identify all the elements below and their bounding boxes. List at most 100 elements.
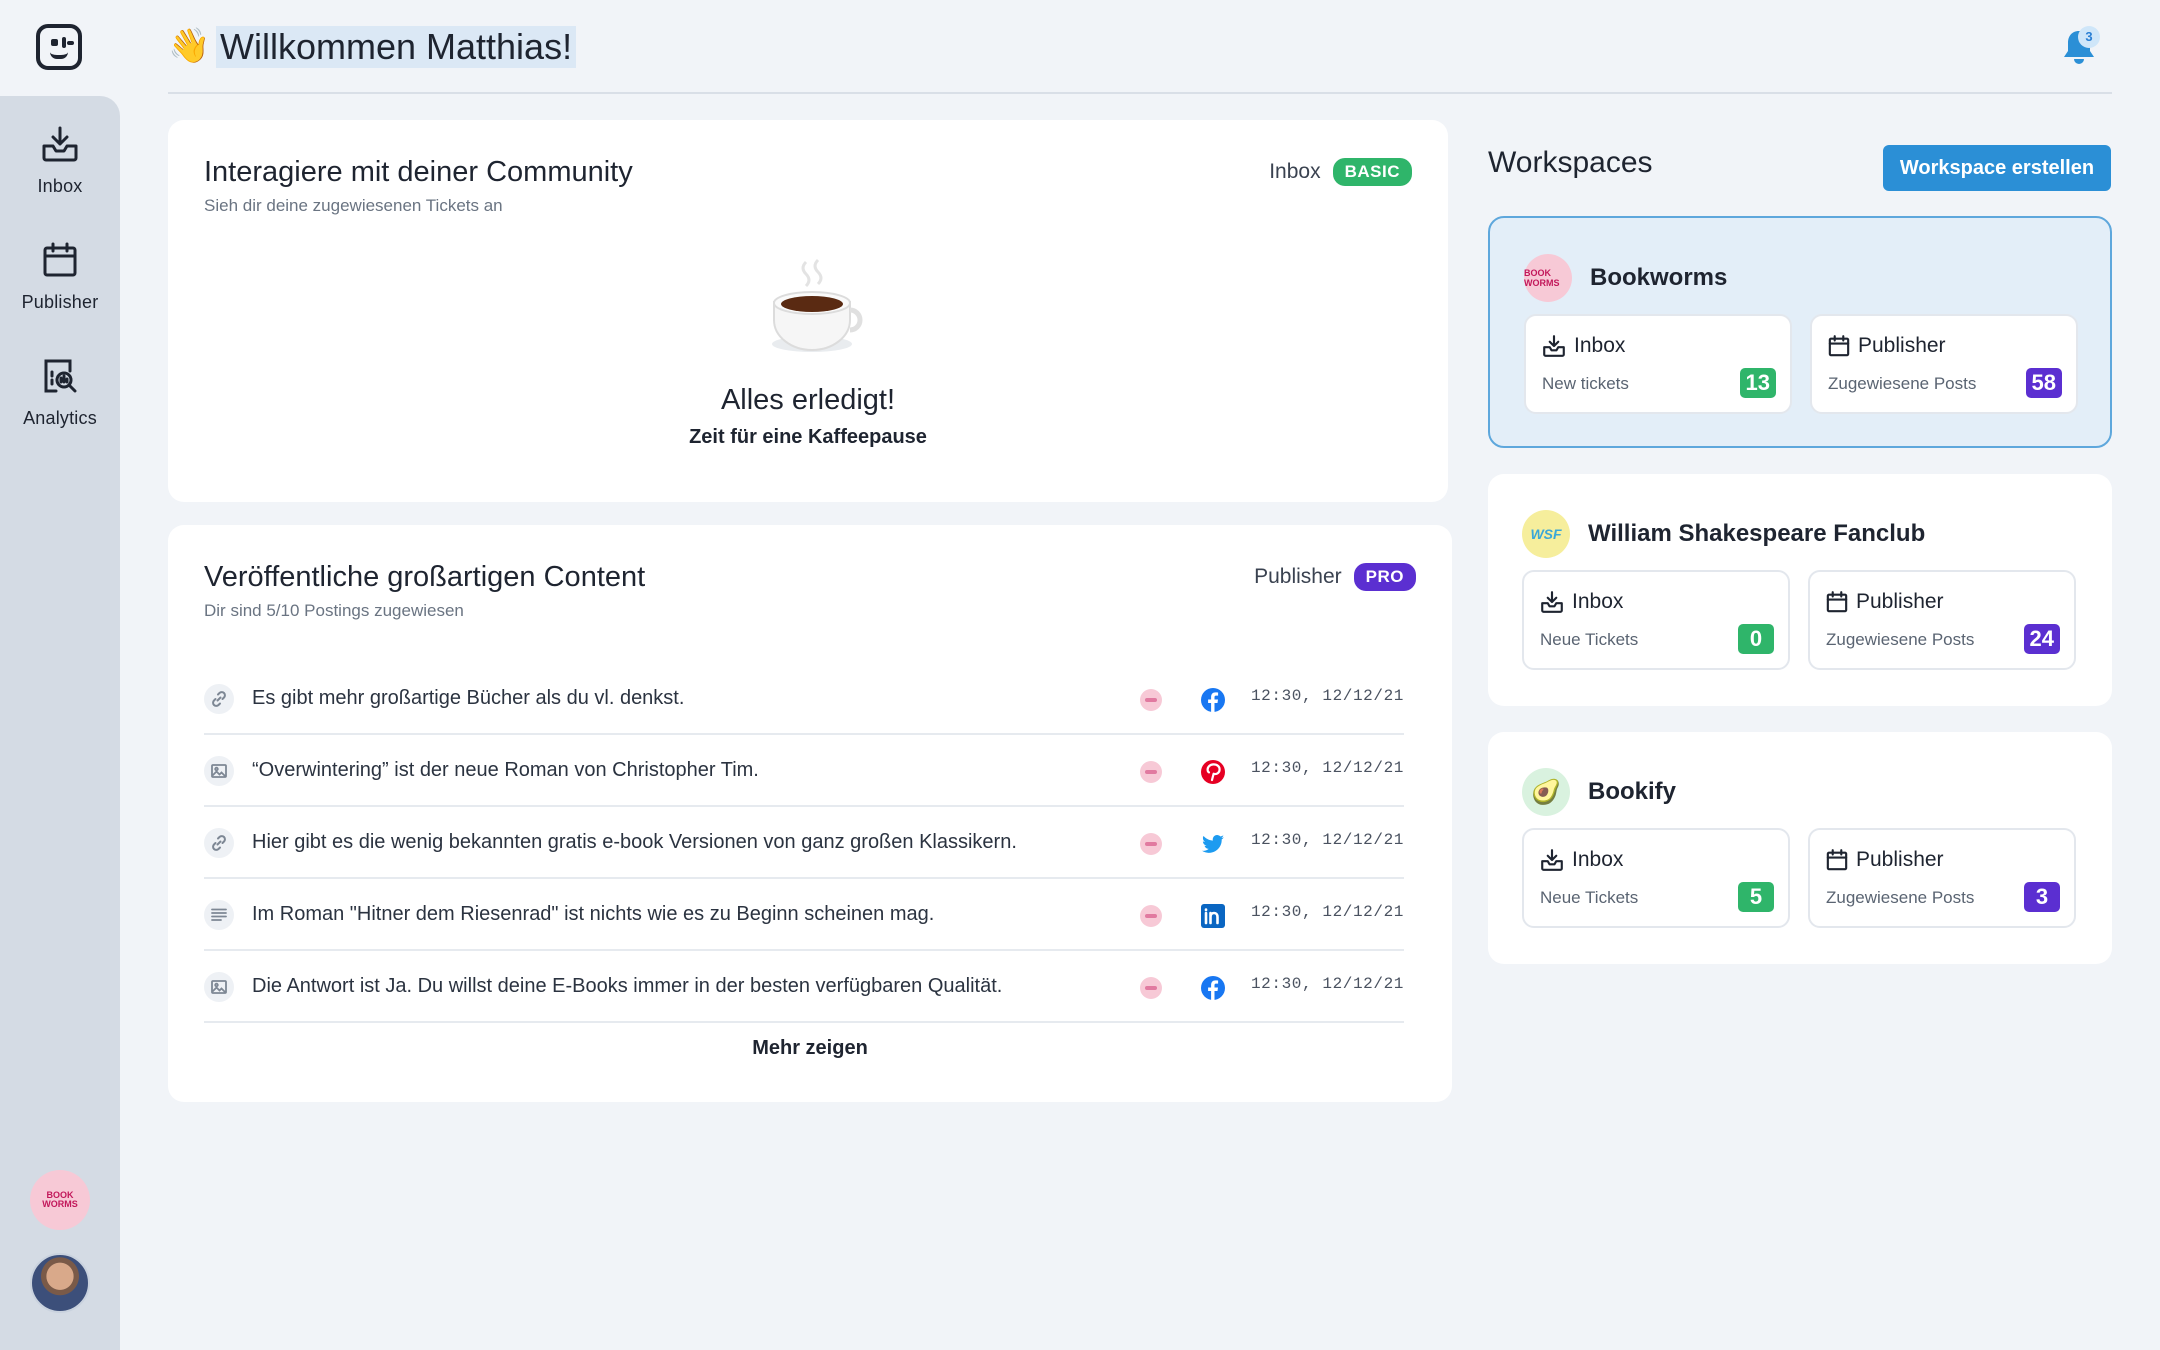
tile-title: Inbox: [1574, 334, 1626, 357]
calendar-icon: [1826, 591, 1848, 613]
tile-title: Publisher: [1858, 334, 1946, 357]
page-title: Willkommen Matthias!: [216, 26, 577, 68]
link-icon: [204, 828, 234, 858]
post-text: Im Roman "Hitner dem Riesenrad" ist nich…: [252, 903, 935, 925]
workspace-publisher-tile[interactable]: Publisher Zugewiesene Posts 24: [1808, 570, 2076, 670]
post-row[interactable]: “Overwintering” ist der neue Roman von C…: [204, 735, 1404, 807]
sidebar-item-analytics[interactable]: Analytics: [0, 358, 120, 429]
community-card-subtitle: Sieh dir deine zugewiesenen Tickets an: [204, 196, 503, 215]
workspace-name: Bookworms: [1590, 264, 1728, 291]
tile-title: Inbox: [1572, 590, 1624, 613]
tile-subtitle: New tickets: [1542, 374, 1629, 393]
publisher-card-subtitle: Dir sind 5/10 Postings zugewiesen: [204, 601, 464, 620]
post-text: “Overwintering” ist der neue Roman von C…: [252, 759, 759, 781]
workspace-name: Bookify: [1588, 778, 1677, 805]
post-workspace-avatar: [1140, 977, 1162, 999]
inbox-icon: [1543, 335, 1565, 357]
workspace-name: William Shakespeare Fanclub: [1588, 520, 1926, 547]
header: 👋 Willkommen Matthias! 3: [168, 22, 2112, 94]
post-timestamp: 12:30, 12/12/21: [1250, 831, 1404, 849]
sidebar-item-publisher[interactable]: Publisher: [0, 242, 120, 313]
create-workspace-button[interactable]: Workspace erstellen: [1883, 145, 2111, 191]
post-text: Die Antwort ist Ja. Du willst deine E-Bo…: [252, 975, 1003, 997]
image-icon: [204, 756, 234, 786]
workspace-publisher-tile[interactable]: Publisher Zugewiesene Posts 3: [1808, 828, 2076, 928]
inbox-icon: [1541, 849, 1563, 871]
post-workspace-avatar: [1140, 761, 1162, 783]
workspace-avatar[interactable]: BOOK WORMS: [30, 1170, 90, 1230]
tile-subtitle: Zugewiesene Posts: [1826, 630, 1975, 649]
publisher-count-badge: 58: [2025, 368, 2062, 398]
post-row[interactable]: Im Roman "Hitner dem Riesenrad" ist nich…: [204, 879, 1404, 951]
app-logo-icon[interactable]: [36, 24, 82, 70]
post-text: Hier gibt es die wenig bekannten gratis …: [252, 831, 1017, 853]
post-workspace-avatar: [1140, 905, 1162, 927]
community-card-title: Interagiere mit deiner Community: [204, 156, 633, 188]
workspace-logo: BOOK WORMS: [1524, 254, 1572, 302]
post-timestamp: 12:30, 12/12/21: [1250, 759, 1404, 777]
show-more-button[interactable]: Mehr zeigen: [168, 1037, 1452, 1060]
wave-emoji-icon: 👋: [168, 27, 211, 65]
community-plan-tag: Inbox BASIC: [1269, 158, 1412, 186]
publisher-card-title: Veröffentliche großartigen Content: [204, 561, 646, 593]
workspace-publisher-tile[interactable]: Publisher Zugewiesene Posts 58: [1810, 314, 2078, 414]
notification-bell-icon[interactable]: 3: [2062, 26, 2100, 66]
coffee-cup-icon: [772, 258, 863, 352]
plan-module-label: Publisher: [1254, 565, 1342, 588]
workspace-logo: 🥑: [1522, 768, 1570, 816]
user-avatar[interactable]: [30, 1253, 90, 1313]
workspace-inbox-tile[interactable]: Inbox Neue Tickets 0: [1522, 570, 1790, 670]
inbox-count-badge: 13: [1739, 368, 1776, 398]
post-timestamp: 12:30, 12/12/21: [1250, 687, 1404, 705]
community-card: Interagiere mit deiner Community Sieh di…: [168, 120, 1448, 502]
empty-state-title: Alles erledigt!: [720, 384, 896, 416]
post-row[interactable]: Hier gibt es die wenig bekannten gratis …: [204, 807, 1404, 879]
tile-subtitle: Zugewiesene Posts: [1826, 888, 1975, 907]
notification-count-badge: 3: [2078, 26, 2100, 48]
sidebar-item-label: Publisher: [21, 292, 99, 312]
empty-state-subtitle: Zeit für eine Kaffeepause: [689, 426, 927, 448]
tile-subtitle: Neue Tickets: [1540, 888, 1639, 907]
facebook-icon: [1201, 688, 1225, 712]
post-list: Es gibt mehr großartige Bücher als du vl…: [204, 663, 1404, 1023]
calendar-icon: [43, 242, 77, 277]
post-workspace-avatar: [1140, 689, 1162, 711]
workspace-card-bookify[interactable]: 🥑 Bookify Inbox Neue Tickets 5 Publisher…: [1488, 732, 2112, 964]
calendar-icon: [1828, 335, 1850, 357]
link-icon: [204, 684, 234, 714]
workspace-card-bookworms[interactable]: BOOK WORMS Bookworms Inbox New tickets 1…: [1488, 216, 2112, 448]
plan-module-label: Inbox: [1269, 160, 1321, 183]
plan-badge: PRO: [1353, 563, 1416, 591]
sidebar: Inbox Publisher Analytics: [0, 96, 120, 1350]
text-lines-icon: [204, 900, 234, 930]
post-text: Es gibt mehr großartige Bücher als du vl…: [252, 687, 685, 709]
workspace-inbox-tile[interactable]: Inbox New tickets 13: [1524, 314, 1792, 414]
post-timestamp: 12:30, 12/12/21: [1250, 975, 1404, 993]
inbox-count-badge: 5: [1738, 882, 1774, 912]
workspace-card-wsf[interactable]: WSF William Shakespeare Fanclub Inbox Ne…: [1488, 474, 2112, 706]
image-icon: [204, 972, 234, 1002]
publisher-plan-tag: Publisher PRO: [1254, 563, 1416, 591]
inbox-icon: [42, 126, 78, 162]
workspace-inbox-tile[interactable]: Inbox Neue Tickets 5: [1522, 828, 1790, 928]
tile-title: Inbox: [1572, 848, 1624, 871]
post-row[interactable]: Es gibt mehr großartige Bücher als du vl…: [204, 663, 1404, 735]
sidebar-item-label: Inbox: [37, 176, 83, 196]
pinterest-icon: [1201, 760, 1225, 784]
publisher-count-badge: 3: [2024, 882, 2060, 912]
facebook-icon: [1201, 976, 1225, 1000]
analytics-icon: [44, 359, 77, 393]
sidebar-item-inbox[interactable]: Inbox: [0, 126, 120, 197]
publisher-card: Veröffentliche großartigen Content Dir s…: [168, 525, 1452, 1102]
tile-title: Publisher: [1856, 590, 1944, 613]
post-row[interactable]: Die Antwort ist Ja. Du willst deine E-Bo…: [204, 951, 1404, 1023]
post-timestamp: 12:30, 12/12/21: [1250, 903, 1404, 921]
workspace-logo: WSF: [1522, 510, 1570, 558]
twitter-icon: [1202, 835, 1224, 853]
publisher-count-badge: 24: [2023, 624, 2060, 654]
calendar-icon: [1826, 849, 1848, 871]
tile-subtitle: Neue Tickets: [1540, 630, 1639, 649]
linkedin-icon: [1201, 904, 1225, 928]
workspaces-heading: Workspaces: [1488, 146, 1653, 179]
plan-badge: BASIC: [1332, 158, 1412, 186]
